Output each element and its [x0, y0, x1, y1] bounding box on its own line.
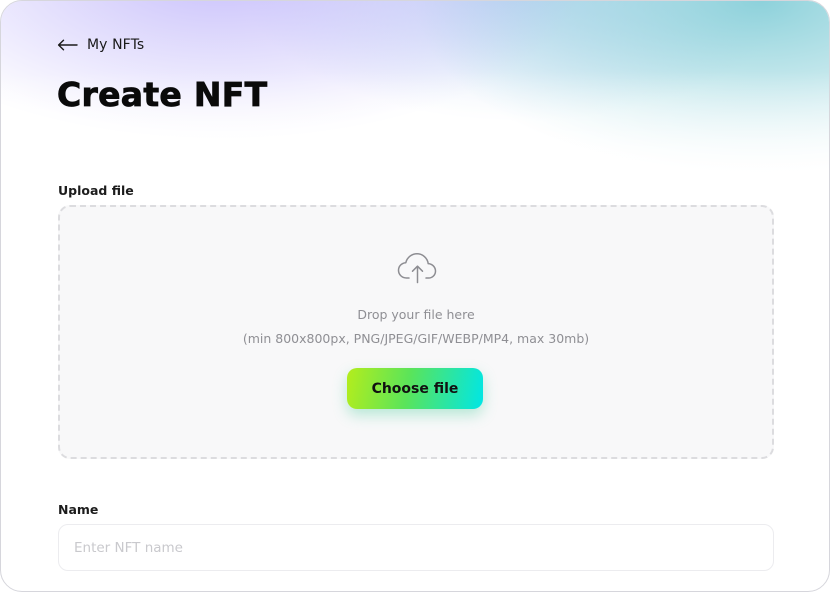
arrow-left-icon	[57, 39, 78, 51]
file-requirements-text: (min 800x800px, PNG/JPEG/GIF/WEBP/MP4, m…	[242, 331, 590, 346]
page-title: Create NFT	[57, 75, 268, 115]
upload-file-label: Upload file	[58, 183, 134, 198]
nft-name-input[interactable]	[58, 524, 774, 571]
file-dropzone[interactable]: Drop your file here (min 800x800px, PNG/…	[58, 205, 774, 459]
back-to-my-nfts-link[interactable]: My NFTs	[57, 37, 144, 53]
back-link-label: My NFTs	[87, 37, 145, 53]
drop-hint-text: Drop your file here	[357, 307, 475, 322]
cloud-upload-icon	[396, 251, 440, 289]
create-nft-page: My NFTs Create NFT Upload file Drop your…	[0, 0, 830, 592]
name-label: Name	[58, 502, 99, 517]
choose-file-button[interactable]: Choose file	[347, 368, 483, 409]
